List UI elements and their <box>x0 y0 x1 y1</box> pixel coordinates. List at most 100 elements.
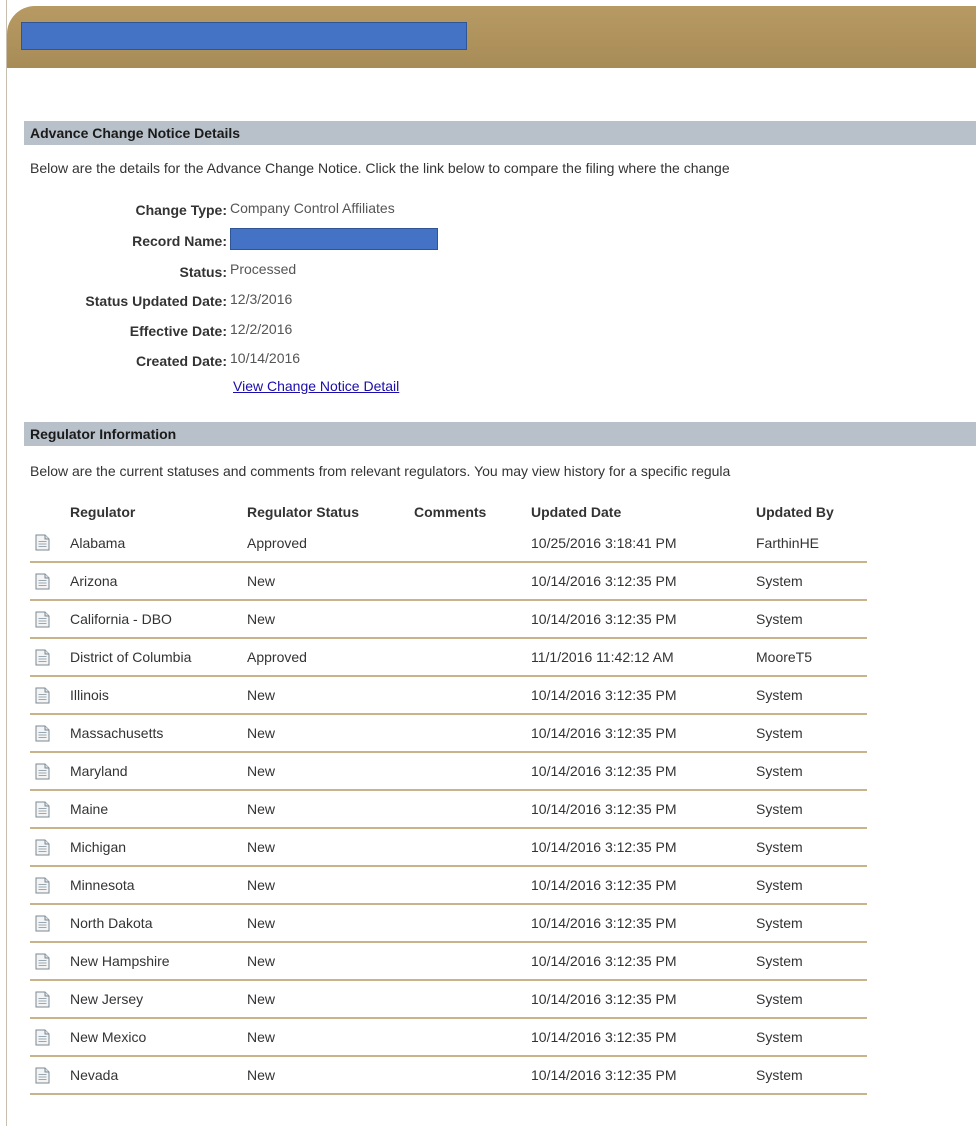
document-history-icon[interactable] <box>35 611 50 628</box>
regulator-section-title: Regulator Information <box>30 426 177 442</box>
column-header-comments: Comments <box>414 504 487 520</box>
updated-by-cell: System <box>756 600 867 639</box>
document-history-icon[interactable] <box>35 991 50 1008</box>
table-row: Illinois New 10/14/2016 3:12:35 PM System <box>30 676 867 715</box>
change-type-row: Change Type: Company Control Affiliates <box>24 200 394 224</box>
updated-date-cell: 10/14/2016 3:12:35 PM <box>531 790 756 829</box>
updated-by-cell: System <box>756 1018 867 1057</box>
created-date-value: 10/14/2016 <box>230 350 301 366</box>
status-updated-value: 12/3/2016 <box>230 291 293 307</box>
document-history-icon[interactable] <box>35 763 50 780</box>
status-value: Processed <box>230 261 297 277</box>
document-history-icon[interactable] <box>35 687 50 704</box>
updated-by-cell: System <box>756 866 867 905</box>
comments-cell <box>414 866 531 905</box>
table-row: New Mexico New 10/14/2016 3:12:35 PM System <box>30 1018 867 1057</box>
document-history-icon[interactable] <box>35 915 50 932</box>
comments-cell <box>414 1018 531 1057</box>
regulator-cell: Minnesota <box>70 866 247 905</box>
history-icon-cell <box>30 600 70 639</box>
effective-date-label: Effective Date: <box>129 323 227 339</box>
regulator-cell: Nevada <box>70 1056 247 1095</box>
comments-cell <box>414 524 531 563</box>
comments-cell <box>414 942 531 981</box>
updated-date-cell: 10/14/2016 3:12:35 PM <box>531 600 756 639</box>
updated-by-cell: System <box>756 676 867 715</box>
document-history-icon[interactable] <box>35 573 50 590</box>
history-icon-cell <box>30 790 70 829</box>
updated-by-cell: FarthinHE <box>756 524 867 563</box>
regulator-cell: Alabama <box>70 524 247 563</box>
regulator-status-cell: New <box>247 676 414 715</box>
updated-date-cell: 10/14/2016 3:12:35 PM <box>531 866 756 905</box>
history-icon-cell <box>30 752 70 791</box>
updated-date-cell: 11/1/2016 11:42:12 AM <box>531 638 756 677</box>
document-history-icon[interactable] <box>35 877 50 894</box>
regulator-section-header: Regulator Information <box>24 422 976 446</box>
regulator-cell: Arizona <box>70 562 247 601</box>
document-history-icon[interactable] <box>35 953 50 970</box>
regulator-status-cell: New <box>247 866 414 905</box>
status-updated-row: Status Updated Date: 12/3/2016 <box>24 291 292 315</box>
regulator-status-cell: New <box>247 904 414 943</box>
updated-date-cell: 10/14/2016 3:12:35 PM <box>531 828 756 867</box>
comments-cell <box>414 790 531 829</box>
status-label: Status: <box>179 264 227 280</box>
document-history-icon[interactable] <box>35 1029 50 1046</box>
table-row: New Jersey New 10/14/2016 3:12:35 PM System <box>30 980 867 1019</box>
updated-date-cell: 10/14/2016 3:12:35 PM <box>531 562 756 601</box>
change-type-value: Company Control Affiliates <box>230 200 395 216</box>
history-icon-cell <box>30 714 70 753</box>
regulator-cell: New Jersey <box>70 980 247 1019</box>
change-type-label: Change Type: <box>135 202 227 218</box>
history-icon-cell <box>30 524 70 563</box>
document-history-icon[interactable] <box>35 801 50 818</box>
updated-by-cell: System <box>756 980 867 1019</box>
updated-date-cell: 10/14/2016 3:12:35 PM <box>531 942 756 981</box>
regulator-status-cell: New <box>247 1056 414 1095</box>
history-icon-cell <box>30 676 70 715</box>
regulator-status-cell: Approved <box>247 638 414 677</box>
details-section-title: Advance Change Notice Details <box>30 125 241 141</box>
table-row: Massachusetts New 10/14/2016 3:12:35 PM Sys… <box>30 714 867 753</box>
updated-date-cell: 10/14/2016 3:12:35 PM <box>531 904 756 943</box>
record-name-label: Record Name: <box>132 233 227 249</box>
regulator-cell: Illinois <box>70 676 247 715</box>
history-icon-cell <box>30 1056 70 1095</box>
document-history-icon[interactable] <box>35 649 50 666</box>
table-row: Maryland New 10/14/2016 3:12:35 PM System <box>30 752 867 791</box>
history-icon-cell <box>30 562 70 601</box>
regulator-cell: California - DBO <box>70 600 247 639</box>
regulator-cell: Maryland <box>70 752 247 791</box>
updated-date-cell: 10/14/2016 3:12:35 PM <box>531 980 756 1019</box>
document-history-icon[interactable] <box>35 534 50 551</box>
updated-date-cell: 10/14/2016 3:12:35 PM <box>531 676 756 715</box>
regulator-cell: Maine <box>70 790 247 829</box>
history-icon-cell <box>30 638 70 677</box>
regulator-status-cell: New <box>247 600 414 639</box>
updated-by-cell: System <box>756 562 867 601</box>
status-row: Status: Processed <box>24 261 297 286</box>
regulator-status-cell: New <box>247 942 414 981</box>
table-row: Michigan New 10/14/2016 3:12:35 PM System <box>30 828 867 867</box>
updated-by-cell: System <box>756 1056 867 1095</box>
document-history-icon[interactable] <box>35 725 50 742</box>
regulator-intro-text: Below are the current statuses and comme… <box>30 463 731 479</box>
view-change-notice-detail-link[interactable]: View Change Notice Detail <box>233 378 399 394</box>
regulator-table: Regulator Regulator Status Comments Upda… <box>30 500 867 1095</box>
comments-cell <box>414 752 531 791</box>
document-history-icon[interactable] <box>35 839 50 856</box>
comments-cell <box>414 676 531 715</box>
comments-cell <box>414 980 531 1019</box>
table-row: Maine New 10/14/2016 3:12:35 PM System <box>30 790 867 829</box>
effective-date-value: 12/2/2016 <box>230 321 293 337</box>
regulator-cell: North Dakota <box>70 904 247 943</box>
table-row: District of Columbia Approved 11/1/2016 11… <box>30 638 867 677</box>
details-section-header: Advance Change Notice Details <box>24 121 976 145</box>
regulator-status-cell: New <box>247 752 414 791</box>
document-history-icon[interactable] <box>35 1067 50 1084</box>
column-header-regulator-status: Regulator Status <box>247 504 360 520</box>
updated-by-cell: System <box>756 714 867 753</box>
comments-cell <box>414 828 531 867</box>
history-icon-cell <box>30 942 70 981</box>
